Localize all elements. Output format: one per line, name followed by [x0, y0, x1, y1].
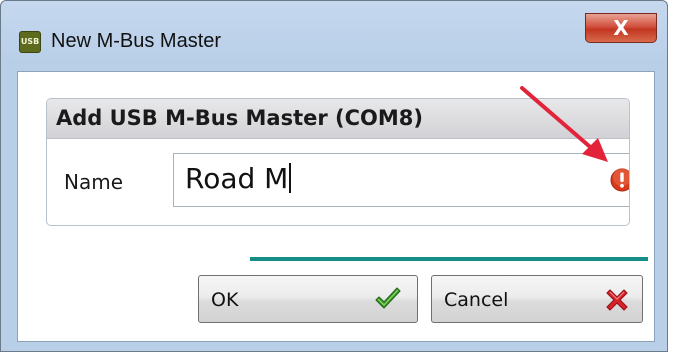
close-button[interactable]: X — [585, 13, 657, 43]
annotation-arrow-icon — [520, 86, 608, 162]
close-icon: X — [613, 16, 629, 40]
dialog-body: Add USB M-Bus Master (COM8) Name Road M … — [17, 71, 655, 342]
accent-divider — [250, 257, 648, 261]
usb-app-icon: USB — [19, 31, 41, 53]
ok-button[interactable]: OK — [198, 275, 418, 323]
checkmark-icon — [375, 287, 401, 309]
dialog-window: USB New M-Bus Master X Add USB M-Bus Mas… — [0, 0, 668, 352]
red-x-icon — [606, 289, 628, 311]
ok-button-label: OK — [211, 289, 239, 311]
cancel-button[interactable]: Cancel — [431, 275, 643, 323]
name-input-value: Road M — [185, 162, 292, 195]
cancel-button-label: Cancel — [444, 289, 509, 311]
text-caret — [289, 163, 292, 193]
name-label: Name — [64, 170, 124, 194]
title-bar[interactable]: USB New M-Bus Master X — [1, 1, 667, 71]
window-title: New M-Bus Master — [51, 30, 222, 52]
group-title: Add USB M-Bus Master (COM8) — [56, 106, 423, 130]
error-icon — [610, 168, 629, 192]
